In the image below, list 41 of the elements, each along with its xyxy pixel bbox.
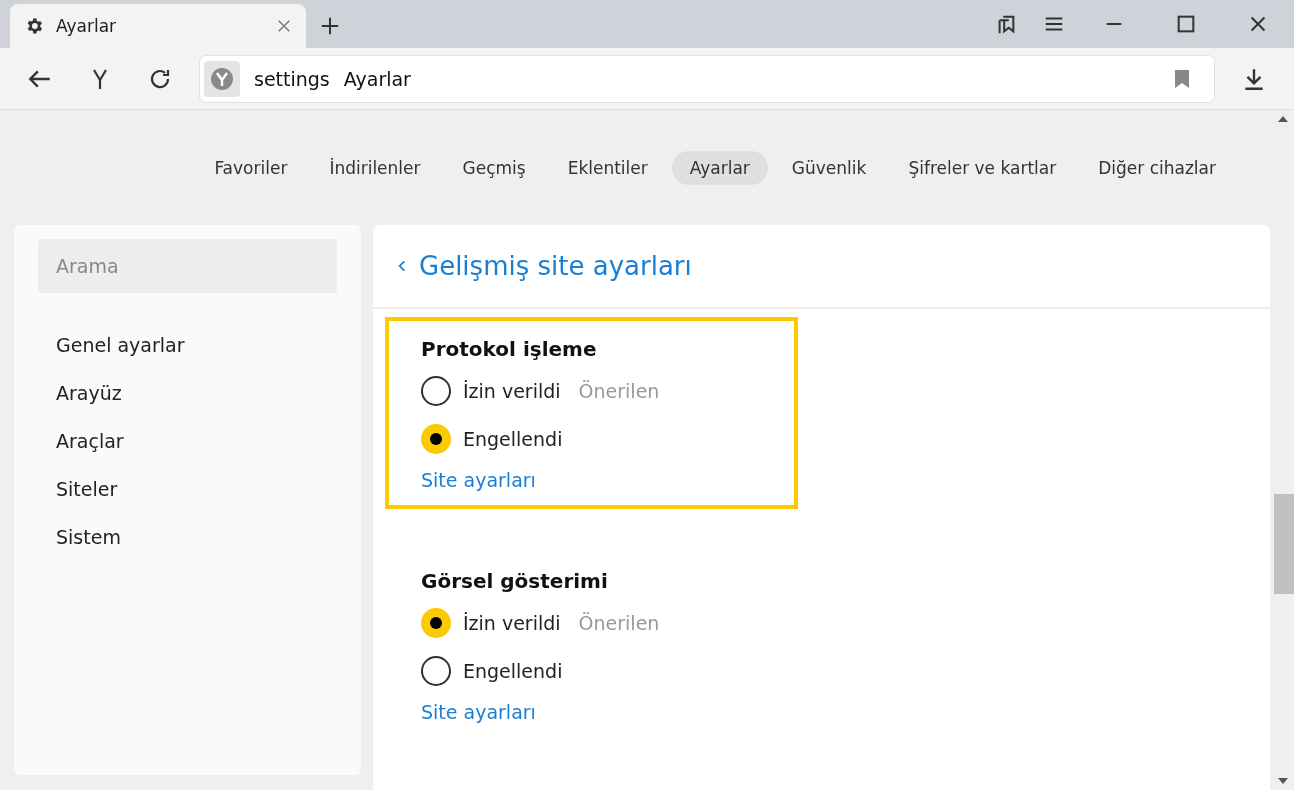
nav-tab[interactable]: Eklentiler bbox=[549, 150, 666, 185]
sidebar-item[interactable]: Genel ayarlar bbox=[38, 321, 337, 369]
url-text: settings bbox=[254, 67, 330, 90]
sidebar-item[interactable]: Sistem bbox=[38, 513, 337, 561]
tab-title: Ayarlar bbox=[56, 16, 118, 36]
site-settings-link[interactable]: Site ayarları bbox=[421, 701, 536, 723]
nav-tab[interactable]: İndirilenler bbox=[311, 150, 439, 185]
option-label: İzin verildi bbox=[463, 380, 561, 402]
close-icon[interactable] bbox=[276, 18, 292, 34]
panel-title: Gelişmiş site ayarları bbox=[419, 251, 692, 281]
address-bar[interactable]: settings Ayarlar bbox=[200, 55, 1214, 102]
sidebar-item[interactable]: Araçlar bbox=[38, 417, 337, 465]
sidebar-item[interactable]: Arayüz bbox=[38, 369, 337, 417]
section-title: Görsel gösterimi bbox=[421, 568, 609, 595]
option-label: İzin verildi bbox=[463, 612, 561, 634]
nav-tab[interactable]: Güvenlik bbox=[773, 150, 885, 185]
scroll-up-icon[interactable] bbox=[1278, 116, 1288, 122]
browser-tab[interactable]: Ayarlar bbox=[10, 4, 306, 48]
sidebar-item[interactable]: Siteler bbox=[38, 465, 337, 513]
radio-button[interactable] bbox=[421, 424, 451, 454]
radio-button[interactable] bbox=[421, 376, 451, 406]
option-note: Önerilen bbox=[578, 612, 660, 634]
section-title: Protokol işleme bbox=[421, 336, 598, 363]
option-label: Engellendi bbox=[463, 660, 563, 682]
site-settings-link[interactable]: Site ayarları bbox=[421, 469, 536, 491]
nav-tab[interactable]: Favoriler bbox=[196, 150, 306, 185]
radio-button[interactable] bbox=[421, 656, 451, 686]
plus-icon[interactable] bbox=[319, 15, 341, 37]
site-icon bbox=[204, 60, 240, 97]
scroll-thumb[interactable] bbox=[1274, 494, 1294, 594]
nav-tab[interactable]: Şifreler ve kartlar bbox=[890, 150, 1075, 185]
scroll-down-icon[interactable] bbox=[1278, 778, 1288, 784]
radio-button[interactable] bbox=[421, 608, 451, 638]
bookmark-icon[interactable] bbox=[1174, 68, 1190, 89]
nav-tab[interactable]: Ayarlar bbox=[671, 150, 768, 185]
page-title: Ayarlar bbox=[343, 67, 412, 90]
search-field[interactable]: Arama bbox=[38, 239, 337, 293]
nav-tab[interactable]: Diğer cihazlar bbox=[1080, 150, 1234, 185]
option-note: Önerilen bbox=[578, 380, 660, 402]
nav-tab[interactable]: Geçmiş bbox=[444, 150, 544, 185]
option-label: Engellendi bbox=[463, 428, 563, 450]
